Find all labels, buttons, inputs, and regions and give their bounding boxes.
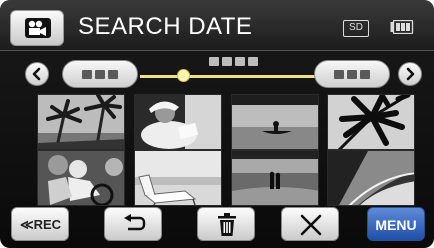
thumbnail-woman-reading[interactable] (134, 94, 222, 150)
camera-screen: SEARCH DATE SD ≪REC MENU (0, 0, 434, 248)
thumbnail-palm-leaves[interactable] (327, 94, 415, 150)
header-bar: SEARCH DATE SD (0, 0, 434, 51)
chevron-left-icon (32, 67, 41, 81)
masked-date-text (82, 70, 118, 79)
sd-card-icon: SD (343, 20, 369, 37)
chevron-right-icon (406, 67, 415, 81)
next-date-pill[interactable] (314, 60, 390, 88)
thumbnail-canoe-on-lake[interactable] (231, 94, 319, 150)
mode-button[interactable] (10, 10, 64, 46)
video-camera-icon (25, 18, 51, 38)
next-date-button[interactable] (398, 62, 422, 86)
page-title: SEARCH DATE (78, 13, 253, 40)
date-slider-track[interactable] (140, 75, 316, 78)
rec-button-label: ≪REC (20, 217, 62, 232)
thumbnail-couple-on-beach[interactable] (231, 150, 319, 206)
thumbnail-palm-trees[interactable] (37, 94, 125, 150)
rec-button[interactable]: ≪REC (11, 207, 69, 241)
current-date-masked (209, 57, 258, 66)
back-button[interactable] (104, 207, 162, 241)
battery-icon (390, 20, 414, 34)
menu-button[interactable]: MENU (367, 207, 425, 241)
thumbnail-beach-chair[interactable] (134, 150, 222, 206)
date-slider-handle[interactable] (177, 69, 190, 82)
delete-button[interactable] (197, 207, 255, 241)
return-arrow-icon (124, 214, 146, 231)
previous-date-button[interactable] (25, 62, 49, 86)
close-button[interactable] (281, 207, 339, 241)
trash-icon (218, 213, 236, 236)
previous-date-pill[interactable] (62, 60, 138, 88)
thumbnail-cyclists[interactable] (37, 150, 125, 206)
thumbnail-shoreline-waves[interactable] (327, 150, 415, 206)
menu-button-label: MENU (375, 217, 417, 233)
close-icon (300, 214, 322, 236)
date-navigation (0, 52, 434, 94)
masked-date-text (334, 70, 370, 79)
